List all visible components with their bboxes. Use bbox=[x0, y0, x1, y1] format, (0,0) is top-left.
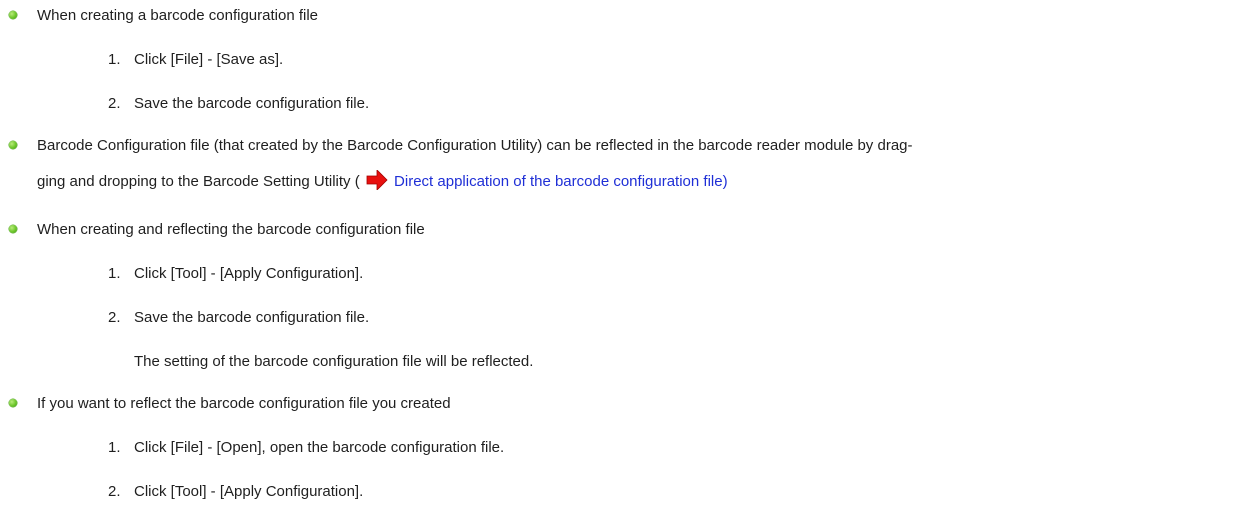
bullet-icon bbox=[9, 141, 17, 149]
step-item: 2. Save the barcode configuration file. bbox=[108, 94, 369, 114]
step-number: 1. bbox=[108, 439, 121, 456]
bullet-icon bbox=[9, 225, 17, 233]
bullet-icon bbox=[9, 399, 17, 407]
bullet-item-text-continued: ging and dropping to the Barcode Setting… bbox=[37, 169, 728, 196]
step-text: Click [Tool] - [Apply Configuration]. bbox=[134, 483, 364, 500]
help-document: When creating a barcode configuration fi… bbox=[0, 0, 1255, 517]
step-note: The setting of the barcode configuration… bbox=[134, 353, 534, 370]
bullet-item-text: If you want to reflect the barcode confi… bbox=[37, 395, 451, 412]
direct-application-link[interactable]: Direct application of the barcode config… bbox=[394, 173, 728, 190]
step-text: Save the barcode configuration file. bbox=[134, 309, 370, 326]
step-text: Click [File] - [Open], open the barcode … bbox=[134, 439, 505, 456]
step-number: 2. bbox=[108, 95, 121, 112]
step-number: 2. bbox=[108, 483, 121, 500]
bullet-item-text-prefix: ging and dropping to the Barcode Setting… bbox=[37, 173, 360, 190]
bullet-item-text: Barcode Configuration file (that created… bbox=[37, 137, 913, 154]
bullet-icon bbox=[9, 11, 17, 19]
step-item: 1. Click [File] - [Open], open the barcod… bbox=[108, 438, 504, 458]
step-text: Click [File] - [Save as]. bbox=[134, 51, 284, 68]
step-item: 1. Click [Tool] - [Apply Configuration]. bbox=[108, 264, 363, 284]
step-text: Click [Tool] - [Apply Configuration]. bbox=[134, 265, 364, 282]
red-arrow-right-icon bbox=[366, 169, 388, 196]
step-number: 2. bbox=[108, 309, 121, 326]
step-item: 2. Save the barcode configuration file. bbox=[108, 308, 369, 328]
step-item: 1. Click [File] - [Save as]. bbox=[108, 50, 283, 70]
bullet-item-text: When creating a barcode configuration fi… bbox=[37, 7, 319, 24]
bullet-item-text: When creating and reflecting the barcode… bbox=[37, 221, 425, 238]
step-text: Save the barcode configuration file. bbox=[134, 95, 370, 112]
step-item: 2. Click [Tool] - [Apply Configuration]. bbox=[108, 482, 363, 502]
step-number: 1. bbox=[108, 265, 121, 282]
step-number: 1. bbox=[108, 51, 121, 68]
